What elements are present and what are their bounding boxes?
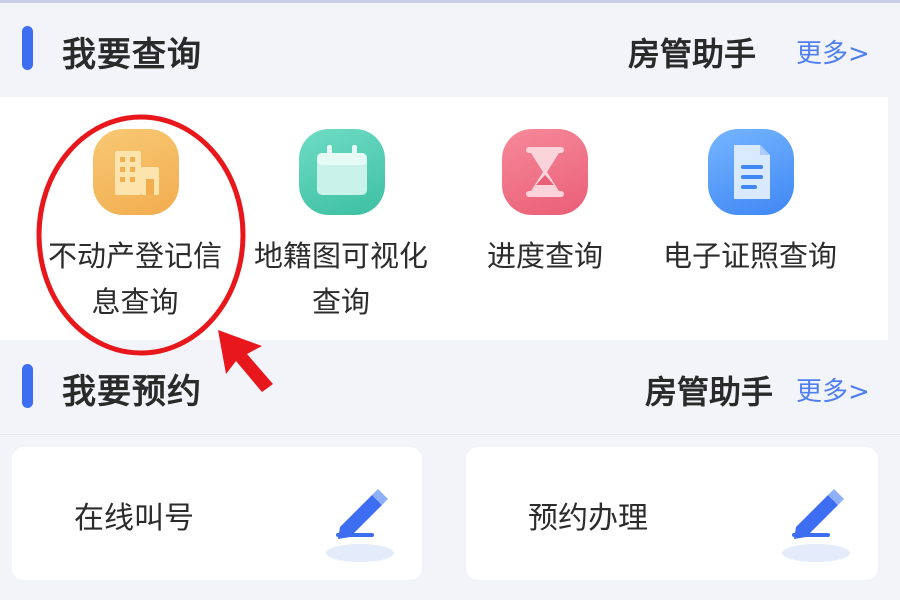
query-item-label: 地籍图可视化查询 xyxy=(253,239,428,319)
pen-icon xyxy=(326,489,394,562)
appointment-section-title: 我要预约 xyxy=(62,372,202,412)
query-item-e-certificate[interactable]: 电子证照查询 xyxy=(650,97,850,340)
query-section-header: 我要查询 房管助手 更多> xyxy=(0,18,900,78)
online-queue-card[interactable]: 在线叫号 xyxy=(12,447,422,580)
card-label: 预约办理 xyxy=(528,501,648,536)
pen-icon xyxy=(782,489,850,562)
query-panel: 不动产登记信息查询 地籍图可视化查询 进度查询 电子证照查询 xyxy=(0,97,888,340)
query-item-label: 进度查询 xyxy=(486,239,603,273)
top-border xyxy=(0,0,900,3)
calendar-icon xyxy=(299,129,385,215)
document-icon xyxy=(708,129,794,215)
query-item-cadastral-map[interactable]: 地籍图可视化查询 xyxy=(248,97,434,340)
appointment-handling-card[interactable]: 预约办理 xyxy=(466,447,878,580)
card-label: 在线叫号 xyxy=(74,501,194,536)
section-divider xyxy=(0,434,900,435)
appointment-section-header: 我要预约 房管助手 更多> xyxy=(0,358,900,418)
query-item-label: 电子证照查询 xyxy=(662,239,837,273)
query-item-property-registration[interactable]: 不动产登记信息查询 xyxy=(40,97,230,340)
section-accent-bar xyxy=(22,364,33,408)
query-more-link[interactable]: 更多> xyxy=(796,33,870,70)
hourglass-icon xyxy=(502,129,588,215)
query-item-label: 不动产登记信息查询 xyxy=(47,239,222,319)
query-assistant-link[interactable]: 房管助手 xyxy=(628,29,756,75)
appointment-assistant-link[interactable]: 房管助手 xyxy=(645,367,773,413)
building-icon xyxy=(93,129,179,215)
appointment-more-link[interactable]: 更多> xyxy=(796,371,870,408)
query-section-title: 我要查询 xyxy=(62,35,202,75)
query-item-progress[interactable]: 进度查询 xyxy=(470,97,620,340)
section-accent-bar xyxy=(22,26,33,70)
